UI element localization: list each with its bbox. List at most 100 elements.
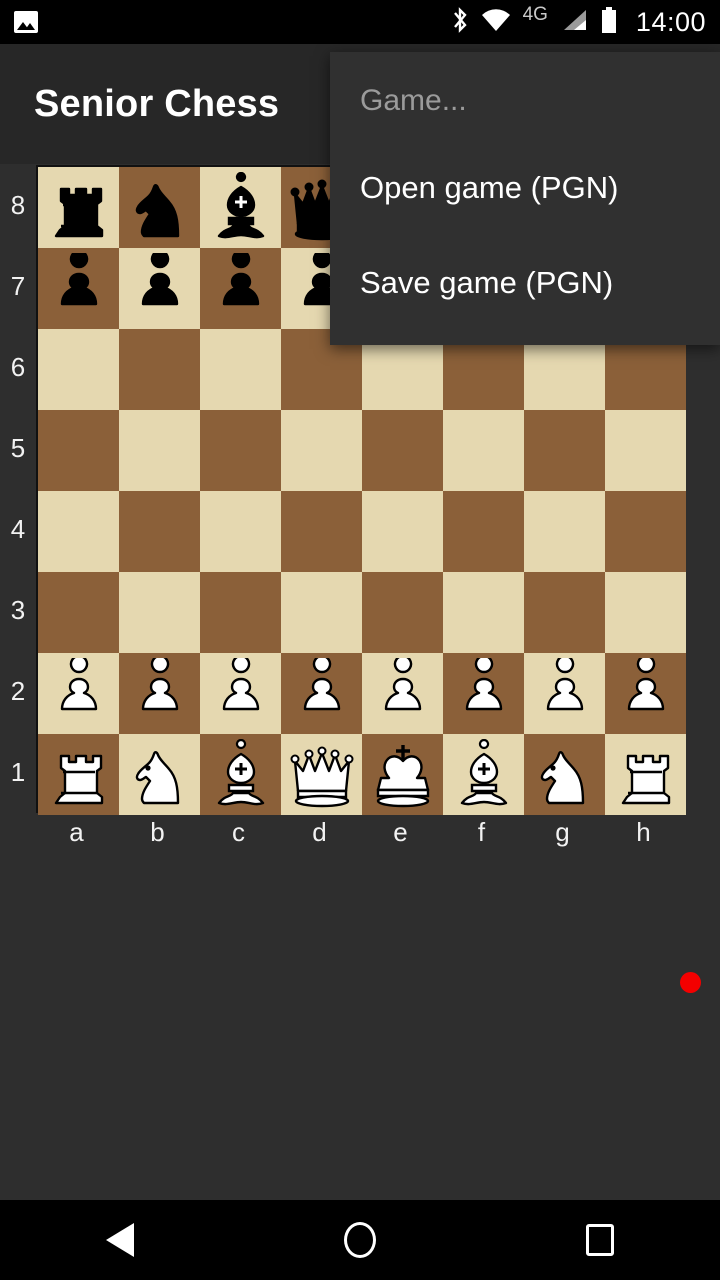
home-circle-icon bbox=[344, 1222, 376, 1258]
board-square-d4[interactable] bbox=[281, 491, 362, 572]
board-square-b2[interactable] bbox=[119, 653, 200, 734]
board-square-a5[interactable] bbox=[38, 410, 119, 491]
white-pawn-icon bbox=[465, 657, 502, 710]
board-square-e2[interactable] bbox=[362, 653, 443, 734]
board-square-b4[interactable] bbox=[119, 491, 200, 572]
white-rook-icon bbox=[54, 754, 103, 804]
white-knight-icon bbox=[135, 750, 179, 804]
file-label-f: f bbox=[477, 817, 486, 847]
board-square-c5[interactable] bbox=[200, 410, 281, 491]
board-square-g4[interactable] bbox=[524, 491, 605, 572]
file-label-h: h bbox=[636, 817, 651, 847]
black-pawn-icon bbox=[60, 252, 97, 305]
file-label-e: e bbox=[393, 817, 408, 847]
black-knight-icon bbox=[135, 183, 179, 237]
black-pawn-icon bbox=[141, 252, 178, 305]
board-square-c2[interactable] bbox=[200, 653, 281, 734]
board-square-a4[interactable] bbox=[38, 491, 119, 572]
board-square-d2[interactable] bbox=[281, 653, 362, 734]
rank-label-4: 4 bbox=[10, 514, 26, 544]
file-labels: a b c d e f g h bbox=[36, 817, 684, 853]
board-square-c4[interactable] bbox=[200, 491, 281, 572]
board-square-d1[interactable] bbox=[281, 734, 362, 815]
board-square-h5[interactable] bbox=[605, 410, 686, 491]
board-square-e1[interactable] bbox=[362, 734, 443, 815]
white-king-icon bbox=[376, 744, 429, 807]
board-square-g1[interactable] bbox=[524, 734, 605, 815]
menu-item-game: Game... bbox=[360, 84, 467, 117]
board-square-b1[interactable] bbox=[119, 734, 200, 815]
board-square-c6[interactable] bbox=[200, 329, 281, 410]
board-square-b3[interactable] bbox=[119, 572, 200, 653]
board-square-c8[interactable] bbox=[200, 167, 281, 248]
board-square-b6[interactable] bbox=[119, 329, 200, 410]
bluetooth-icon bbox=[451, 6, 469, 39]
board-square-f5[interactable] bbox=[443, 410, 524, 491]
board-square-g5[interactable] bbox=[524, 410, 605, 491]
board-square-b8[interactable] bbox=[119, 167, 200, 248]
white-rook-icon bbox=[621, 754, 670, 804]
board-square-e5[interactable] bbox=[362, 410, 443, 491]
white-knight-icon bbox=[540, 750, 584, 804]
board-square-f4[interactable] bbox=[443, 491, 524, 572]
turn-indicator-dot bbox=[680, 972, 701, 993]
status-bar-notifications bbox=[14, 11, 38, 33]
board-square-a8[interactable] bbox=[38, 167, 119, 248]
rank-labels: 8 7 6 5 4 3 2 1 bbox=[0, 165, 36, 813]
file-label-c: c bbox=[232, 817, 245, 847]
board-square-f2[interactable] bbox=[443, 653, 524, 734]
board-square-d5[interactable] bbox=[281, 410, 362, 491]
board-square-e3[interactable] bbox=[362, 572, 443, 653]
file-label-g: g bbox=[555, 817, 570, 847]
board-square-b7[interactable] bbox=[119, 248, 200, 329]
board-square-h3[interactable] bbox=[605, 572, 686, 653]
board-square-b5[interactable] bbox=[119, 410, 200, 491]
board-square-f3[interactable] bbox=[443, 572, 524, 653]
white-queen-icon bbox=[290, 746, 353, 807]
board-square-c7[interactable] bbox=[200, 248, 281, 329]
back-triangle-icon bbox=[106, 1223, 134, 1257]
board-square-a3[interactable] bbox=[38, 572, 119, 653]
white-bishop-icon bbox=[460, 738, 507, 805]
white-pawn-icon bbox=[141, 657, 178, 710]
rank-label-7: 7 bbox=[10, 271, 26, 301]
home-button[interactable] bbox=[305, 1200, 415, 1280]
white-pawn-icon bbox=[60, 657, 97, 710]
white-bishop-icon bbox=[217, 738, 264, 805]
white-pawn-icon bbox=[546, 657, 583, 710]
board-square-c1[interactable] bbox=[200, 734, 281, 815]
board-square-e4[interactable] bbox=[362, 491, 443, 572]
board-square-g3[interactable] bbox=[524, 572, 605, 653]
board-square-a1[interactable] bbox=[38, 734, 119, 815]
recents-square-icon bbox=[586, 1224, 614, 1256]
board-square-g2[interactable] bbox=[524, 653, 605, 734]
rank-label-1: 1 bbox=[10, 757, 26, 787]
black-rook-icon bbox=[54, 187, 103, 237]
file-label-b: b bbox=[150, 817, 165, 847]
back-button[interactable] bbox=[65, 1200, 175, 1280]
board-square-a2[interactable] bbox=[38, 653, 119, 734]
rank-label-2: 2 bbox=[10, 676, 26, 706]
file-label-d: d bbox=[312, 817, 327, 847]
board-square-a6[interactable] bbox=[38, 329, 119, 410]
rank-label-5: 5 bbox=[10, 433, 26, 463]
phone-screen: 4G 14:00 Senior Chess 87654321 a b c d e… bbox=[0, 0, 720, 1280]
clock: 14:00 bbox=[635, 6, 706, 37]
gallery-icon bbox=[14, 11, 38, 33]
board-square-h1[interactable] bbox=[605, 734, 686, 815]
white-pawn-icon bbox=[222, 657, 259, 710]
board-square-h4[interactable] bbox=[605, 491, 686, 572]
network-type-label: 4G bbox=[522, 4, 548, 25]
board-square-c3[interactable] bbox=[200, 572, 281, 653]
black-pawn-icon bbox=[222, 252, 259, 305]
menu-item-save-game-pgn[interactable]: Save game (PGN) bbox=[330, 235, 720, 330]
white-pawn-icon bbox=[303, 657, 340, 710]
board-square-a7[interactable] bbox=[38, 248, 119, 329]
recents-button[interactable] bbox=[545, 1200, 655, 1280]
board-square-h2[interactable] bbox=[605, 653, 686, 734]
board-square-d3[interactable] bbox=[281, 572, 362, 653]
options-menu[interactable]: Game... Open game (PGN) Save game (PGN) bbox=[330, 52, 720, 345]
board-square-f1[interactable] bbox=[443, 734, 524, 815]
wifi-icon bbox=[481, 8, 511, 37]
menu-item-open-game-pgn[interactable]: Open game (PGN) bbox=[330, 140, 720, 235]
